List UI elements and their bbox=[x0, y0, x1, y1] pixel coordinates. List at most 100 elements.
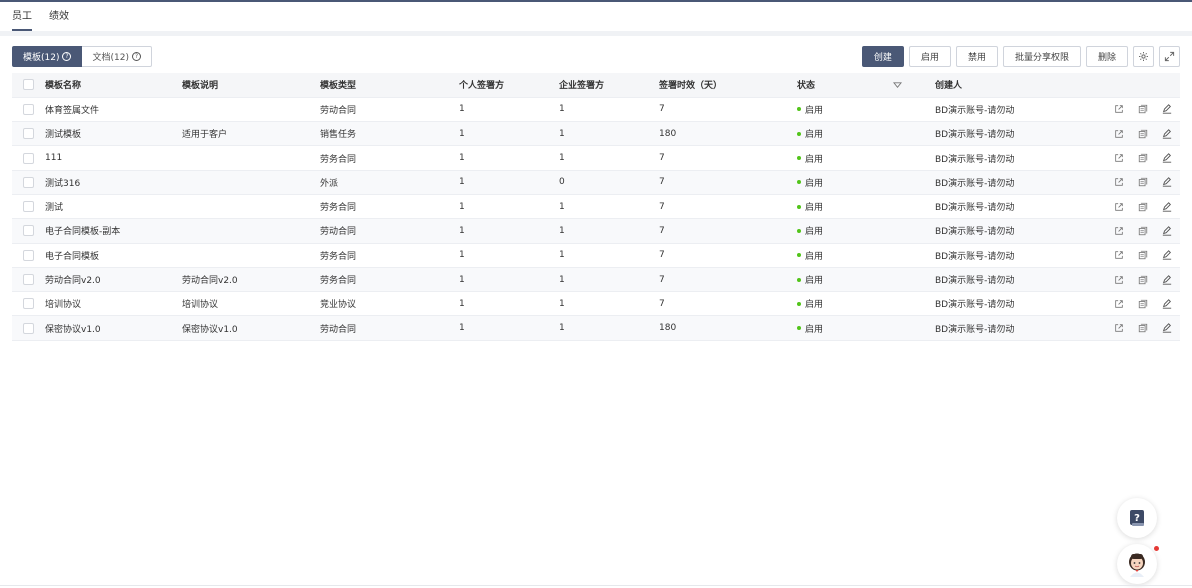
table-cell: 测试316 bbox=[45, 170, 182, 195]
table-cell: 1 bbox=[459, 194, 559, 220]
row-actions bbox=[1100, 128, 1180, 139]
help-circle-icon[interactable]: ? bbox=[131, 52, 141, 61]
row-checkbox[interactable] bbox=[23, 274, 34, 286]
column-header-actions bbox=[1100, 73, 1180, 98]
row-checkbox[interactable] bbox=[23, 103, 34, 115]
copy-icon[interactable] bbox=[1138, 299, 1148, 309]
column-header[interactable]: 模板说明 bbox=[182, 73, 320, 98]
table-cell: 180 bbox=[659, 121, 797, 147]
table-row[interactable]: 111 劳务合同 1 1 7 启用 BD演示账号-请勿动 bbox=[12, 145, 1180, 171]
table-cell: 1 bbox=[459, 267, 559, 293]
status-text: 启用 bbox=[805, 251, 824, 262]
table-cell: 7 bbox=[659, 218, 797, 244]
row-actions bbox=[1100, 298, 1180, 309]
settings-button[interactable] bbox=[1133, 46, 1154, 67]
column-header[interactable]: 创建人 bbox=[935, 73, 1100, 98]
table-row[interactable]: 体育签属文件 劳动合同 1 1 7 启用 BD演示账号-请勿动 bbox=[12, 97, 1180, 123]
table-cell: 1 bbox=[559, 145, 659, 171]
table-row[interactable]: 测试316 外派 1 0 7 启用 BD演示账号-请勿动 bbox=[12, 170, 1180, 195]
table-cell: 劳动合同 bbox=[320, 97, 459, 123]
edit-icon[interactable] bbox=[1162, 104, 1172, 115]
table-cell: 1 bbox=[459, 291, 559, 317]
copy-icon[interactable] bbox=[1138, 153, 1148, 163]
batch-share-permission-button[interactable]: 批量分享权限 bbox=[1002, 46, 1081, 67]
edit-icon[interactable] bbox=[1162, 177, 1172, 187]
table-row[interactable]: 劳动合同v2.0 劳动合同v2.0 劳务合同 1 1 7 启用 BD演示账号-请勿动 bbox=[12, 267, 1180, 293]
share-link-icon[interactable] bbox=[1114, 250, 1124, 260]
copy-icon[interactable] bbox=[1138, 250, 1148, 260]
copy-icon[interactable] bbox=[1138, 129, 1148, 139]
table-cell: 1 bbox=[559, 218, 659, 244]
assistant-avatar-button[interactable] bbox=[1117, 544, 1157, 584]
help-float-button[interactable]: ? bbox=[1117, 498, 1157, 538]
table-row[interactable]: 电子合同模板-副本 劳动合同 1 1 7 启用 BD演示账号-请勿动 bbox=[12, 218, 1180, 244]
row-checkbox[interactable] bbox=[23, 176, 34, 188]
table-row[interactable]: 培训协议 培训协议 竞业协议 1 1 7 启用 BD演示账号-请勿动 bbox=[12, 291, 1180, 317]
copy-icon[interactable] bbox=[1138, 323, 1148, 333]
notification-dot bbox=[1154, 546, 1159, 551]
copy-icon[interactable] bbox=[1138, 104, 1148, 114]
share-link-icon[interactable] bbox=[1114, 299, 1124, 309]
edit-icon[interactable] bbox=[1162, 298, 1172, 309]
column-header[interactable]: 企业签署方 bbox=[559, 73, 659, 98]
table-cell: 7 bbox=[659, 243, 797, 268]
table-cell: 培训协议 bbox=[45, 291, 182, 317]
edit-icon[interactable] bbox=[1162, 274, 1172, 285]
row-checkbox[interactable] bbox=[23, 201, 34, 213]
filter-icon[interactable] bbox=[893, 81, 903, 90]
table-cell: 1 bbox=[459, 121, 559, 147]
row-checkbox[interactable] bbox=[23, 225, 34, 237]
create-button[interactable]: 创建 bbox=[861, 46, 904, 67]
column-header[interactable]: 签署时效（天） bbox=[659, 73, 797, 98]
share-link-icon[interactable] bbox=[1114, 104, 1124, 114]
disable-button[interactable]: 禁用 bbox=[955, 46, 998, 67]
row-checkbox[interactable] bbox=[23, 298, 34, 310]
table-cell: 劳务合同 bbox=[320, 145, 459, 171]
edit-icon[interactable] bbox=[1162, 153, 1172, 163]
share-link-icon[interactable] bbox=[1114, 323, 1124, 333]
row-checkbox[interactable] bbox=[23, 152, 34, 164]
share-link-icon[interactable] bbox=[1114, 226, 1124, 236]
select-all-checkbox[interactable] bbox=[23, 79, 34, 91]
edit-icon[interactable] bbox=[1162, 128, 1172, 139]
edit-icon[interactable] bbox=[1162, 250, 1172, 260]
column-header-status[interactable]: 状态 bbox=[797, 73, 935, 98]
edit-icon[interactable] bbox=[1162, 226, 1172, 236]
table-row[interactable]: 测试模板 适用于客户 销售任务 1 1 180 启用 BD演示账号-请勿动 bbox=[12, 121, 1180, 147]
column-header[interactable]: 个人签署方 bbox=[459, 73, 559, 98]
status-cell: 启用 bbox=[797, 200, 823, 213]
table-cell: 0 bbox=[559, 170, 659, 195]
tab-documents[interactable]: 文档(12) ? bbox=[82, 46, 152, 67]
tab-templates[interactable]: 模板(12) ? bbox=[12, 46, 83, 67]
copy-icon[interactable] bbox=[1138, 275, 1148, 285]
help-circle-icon[interactable]: ? bbox=[62, 52, 72, 61]
row-checkbox[interactable] bbox=[23, 322, 34, 334]
table-cell: 7 bbox=[659, 291, 797, 317]
table-cell: 1 bbox=[459, 315, 559, 341]
table-row[interactable]: 电子合同模板 劳务合同 1 1 7 启用 BD演示账号-请勿动 bbox=[12, 243, 1180, 268]
delete-button[interactable]: 删除 bbox=[1085, 46, 1128, 67]
tab-employee[interactable]: 员工 bbox=[12, 2, 32, 32]
share-link-icon[interactable] bbox=[1114, 177, 1124, 187]
share-link-icon[interactable] bbox=[1114, 202, 1124, 212]
fullscreen-button[interactable] bbox=[1159, 46, 1180, 67]
copy-icon[interactable] bbox=[1138, 226, 1148, 236]
row-checkbox[interactable] bbox=[23, 249, 34, 261]
edit-icon[interactable] bbox=[1162, 323, 1172, 333]
table-cell: 180 bbox=[659, 315, 797, 341]
copy-icon[interactable] bbox=[1138, 177, 1148, 187]
share-link-icon[interactable] bbox=[1114, 153, 1124, 163]
enable-button[interactable]: 启用 bbox=[908, 46, 951, 67]
table-cell: 1 bbox=[559, 267, 659, 293]
table-row[interactable]: 保密协议v1.0 保密协议v1.0 劳动合同 1 1 180 启用 BD演示账号-请勿动 bbox=[12, 315, 1180, 341]
column-header[interactable]: 模板类型 bbox=[320, 73, 459, 98]
copy-icon[interactable] bbox=[1138, 202, 1148, 212]
row-checkbox[interactable] bbox=[23, 128, 34, 140]
column-header[interactable]: 模板名称 bbox=[45, 73, 182, 98]
edit-icon[interactable] bbox=[1162, 201, 1172, 212]
tab-performance[interactable]: 绩效 bbox=[49, 2, 69, 32]
table-row[interactable]: 测试 劳务合同 1 1 7 启用 BD演示账号-请勿动 bbox=[12, 194, 1180, 220]
status-dot bbox=[797, 131, 801, 136]
share-link-icon[interactable] bbox=[1114, 129, 1124, 139]
share-link-icon[interactable] bbox=[1114, 275, 1124, 285]
